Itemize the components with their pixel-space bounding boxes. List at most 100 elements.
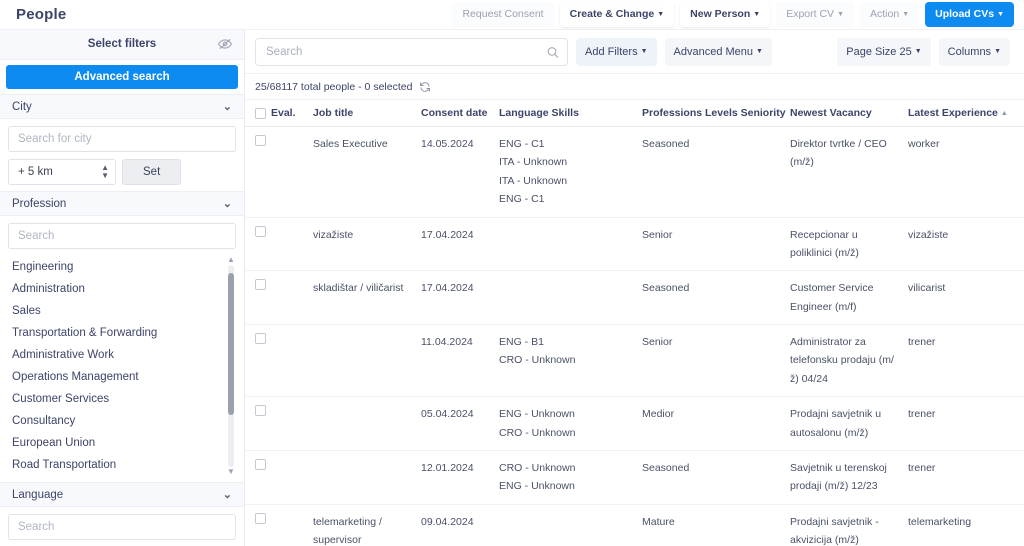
page-size-label: Page Size 25 bbox=[846, 45, 912, 58]
add-filters-button[interactable]: Add Filters ▼ bbox=[576, 37, 657, 66]
table-toolbar: Add Filters▼ Advanced Menu▼ Page Size 25… bbox=[245, 30, 1024, 74]
caret-down-icon: ▼ bbox=[902, 10, 910, 18]
column-header-consent-date[interactable]: Consent date bbox=[421, 100, 499, 127]
filter-section-language[interactable]: Language ⌄ bbox=[0, 482, 244, 507]
cell-professions: Mature bbox=[642, 504, 790, 546]
profession-option[interactable]: Customer Services bbox=[8, 388, 224, 410]
header-action-label: Action bbox=[870, 8, 900, 21]
table-row[interactable]: 11.04.2024 ENG - B1 CRO - Unknown Senior Adm… bbox=[245, 324, 1024, 398]
profession-scrollbar[interactable]: ▲ ▼ bbox=[226, 256, 236, 476]
table-row[interactable]: telemarketing / supervisor 09.04.2024 Matu… bbox=[245, 504, 1024, 546]
header-action-action[interactable]: Action ▼ bbox=[860, 2, 920, 27]
profession-option[interactable]: Engineering bbox=[8, 256, 224, 278]
profession-option[interactable]: Transportation & Forwarding bbox=[8, 322, 224, 344]
scroll-thumb[interactable] bbox=[228, 273, 234, 415]
refresh-icon[interactable] bbox=[419, 81, 431, 93]
header-action-upload-cvs[interactable]: Upload CVs ▼ bbox=[925, 2, 1014, 27]
filter-section-city[interactable]: City ⌄ bbox=[0, 94, 244, 120]
column-header-newest-vacancy[interactable]: Newest Vacancy bbox=[790, 100, 908, 127]
caret-down-icon: ▼ bbox=[994, 48, 1001, 56]
cell-language-skills: CRO - Unknown ENG - Unknown bbox=[499, 450, 642, 505]
advanced-menu-button[interactable]: Advanced Menu ▼ bbox=[664, 37, 772, 66]
add-filters-label: Add Filters bbox=[585, 45, 638, 58]
city-set-button[interactable]: Set bbox=[122, 159, 182, 186]
profession-option[interactable]: Road Transportation bbox=[8, 454, 224, 476]
city-search-input[interactable] bbox=[8, 126, 236, 153]
cell-job-title: Sales Executive bbox=[313, 126, 421, 218]
row-select-cell[interactable] bbox=[245, 450, 271, 505]
row-select-cell[interactable] bbox=[245, 324, 271, 398]
cell-newest-vacancy: Savjetnik u terenskoj prodaji (m/ž) 12/2… bbox=[790, 450, 908, 505]
select-all-checkbox[interactable] bbox=[255, 107, 266, 119]
cell-professions: Seasoned bbox=[642, 270, 790, 325]
header-action-label: Export CV bbox=[786, 8, 835, 21]
profession-option[interactable]: Sales bbox=[8, 300, 224, 322]
table-row[interactable]: 12.01.2024 CRO - Unknown ENG - Unknown Seas… bbox=[245, 450, 1024, 505]
cell-consent-date: 09.04.2024 bbox=[421, 504, 499, 546]
language-skill: ENG - B1 bbox=[499, 336, 544, 348]
row-select-cell[interactable] bbox=[245, 217, 271, 272]
column-header-checkbox[interactable] bbox=[245, 100, 271, 127]
profession-option[interactable]: Consultancy bbox=[8, 410, 224, 432]
row-select-cell[interactable] bbox=[245, 270, 271, 325]
columns-button[interactable]: Columns ▼ bbox=[938, 37, 1010, 66]
advanced-search-button[interactable]: Advanced search bbox=[6, 64, 238, 90]
row-checkbox[interactable] bbox=[255, 405, 266, 417]
profession-option[interactable]: Operations Management bbox=[8, 366, 224, 388]
row-checkbox[interactable] bbox=[255, 135, 266, 146]
scroll-down-icon[interactable]: ▼ bbox=[227, 468, 235, 476]
row-checkbox[interactable] bbox=[255, 279, 266, 291]
page-size-button[interactable]: Page Size 25 ▼ bbox=[837, 37, 931, 66]
header-action-create-change[interactable]: Create & Change ▼ bbox=[559, 2, 675, 27]
profession-option[interactable]: Administrative Work bbox=[8, 344, 224, 366]
filter-section-profession[interactable]: Profession ⌄ bbox=[0, 191, 244, 217]
cell-language-skills bbox=[499, 504, 642, 546]
header-action-request-consent[interactable]: Request Consent bbox=[452, 2, 554, 27]
table-header-row: Eval. Job title Consent date Language Skill… bbox=[245, 100, 1024, 127]
row-checkbox[interactable] bbox=[255, 512, 266, 524]
language-skill: ENG - Unknown bbox=[499, 480, 575, 493]
header-action-new-person[interactable]: New Person ▼ bbox=[680, 2, 771, 27]
row-select-cell[interactable] bbox=[245, 504, 271, 546]
table-row[interactable]: 05.04.2024 ENG - Unknown CRO - Unknown Medi… bbox=[245, 396, 1024, 451]
cell-newest-vacancy: Direktor tvrtke / CEO (m/ž) bbox=[790, 126, 908, 218]
table-row[interactable]: skladištar / viličarist 17.04.2024 Seasone… bbox=[245, 270, 1024, 325]
scroll-up-icon[interactable]: ▲ bbox=[227, 256, 235, 264]
eye-slash-icon[interactable] bbox=[218, 37, 232, 51]
city-radius-select[interactable]: + 5 km+ 10 km+ 25 km+ 50 km bbox=[8, 159, 116, 186]
cell-professions: Senior bbox=[642, 217, 790, 272]
row-checkbox[interactable] bbox=[255, 225, 266, 237]
profession-option[interactable]: European Union bbox=[8, 432, 224, 454]
table-row[interactable]: vizažiste 17.04.2024 Senior Recepcionar u p… bbox=[245, 217, 1024, 272]
header-action-export-cv[interactable]: Export CV ▼ bbox=[776, 2, 854, 27]
profession-search-input[interactable] bbox=[8, 223, 236, 250]
row-checkbox[interactable] bbox=[255, 458, 266, 470]
search-input[interactable] bbox=[255, 37, 568, 66]
column-header-professions[interactable]: Professions Levels Seniority bbox=[642, 100, 790, 127]
profession-option[interactable]: Administration bbox=[8, 278, 224, 300]
column-header-language-skills[interactable]: Language Skills bbox=[499, 100, 642, 127]
column-header-label: Eval. bbox=[271, 107, 296, 119]
row-select-cell[interactable] bbox=[245, 396, 271, 451]
chevron-down-icon: ⌄ bbox=[222, 101, 232, 114]
cell-job-title bbox=[313, 324, 421, 398]
language-skill: ENG - C1 bbox=[499, 193, 545, 206]
column-header-latest-experience[interactable]: Latest Experience ▲ bbox=[908, 100, 1024, 127]
filter-section-language-label: Language bbox=[12, 488, 64, 501]
city-radius-row: + 5 km+ 10 km+ 25 km+ 50 km ▲▼ Set bbox=[8, 159, 236, 186]
cell-eval bbox=[271, 270, 313, 325]
page-title: People bbox=[16, 6, 67, 23]
cell-consent-date: 12.01.2024 bbox=[421, 450, 499, 505]
column-header-label: Professions Levels Seniority bbox=[642, 107, 786, 119]
table-row[interactable]: Sales Executive 14.05.2024 ENG - C1 ITA - U… bbox=[245, 126, 1024, 218]
scroll-track[interactable] bbox=[228, 265, 234, 468]
column-header-eval[interactable]: Eval. bbox=[271, 100, 313, 127]
profession-options: Engineering Administration Sales Transporta… bbox=[8, 256, 236, 476]
filter-section-profession-label: Profession bbox=[12, 197, 67, 210]
row-checkbox[interactable] bbox=[255, 333, 266, 344]
cell-language-skills: ENG - B1 CRO - Unknown bbox=[499, 324, 642, 398]
language-search-input[interactable] bbox=[8, 514, 236, 540]
column-header-job-title[interactable]: Job title bbox=[313, 100, 421, 127]
row-select-cell[interactable] bbox=[245, 126, 271, 218]
filter-section-profession-body: EngineeringAdministrationSalesTransporta… bbox=[0, 216, 244, 482]
